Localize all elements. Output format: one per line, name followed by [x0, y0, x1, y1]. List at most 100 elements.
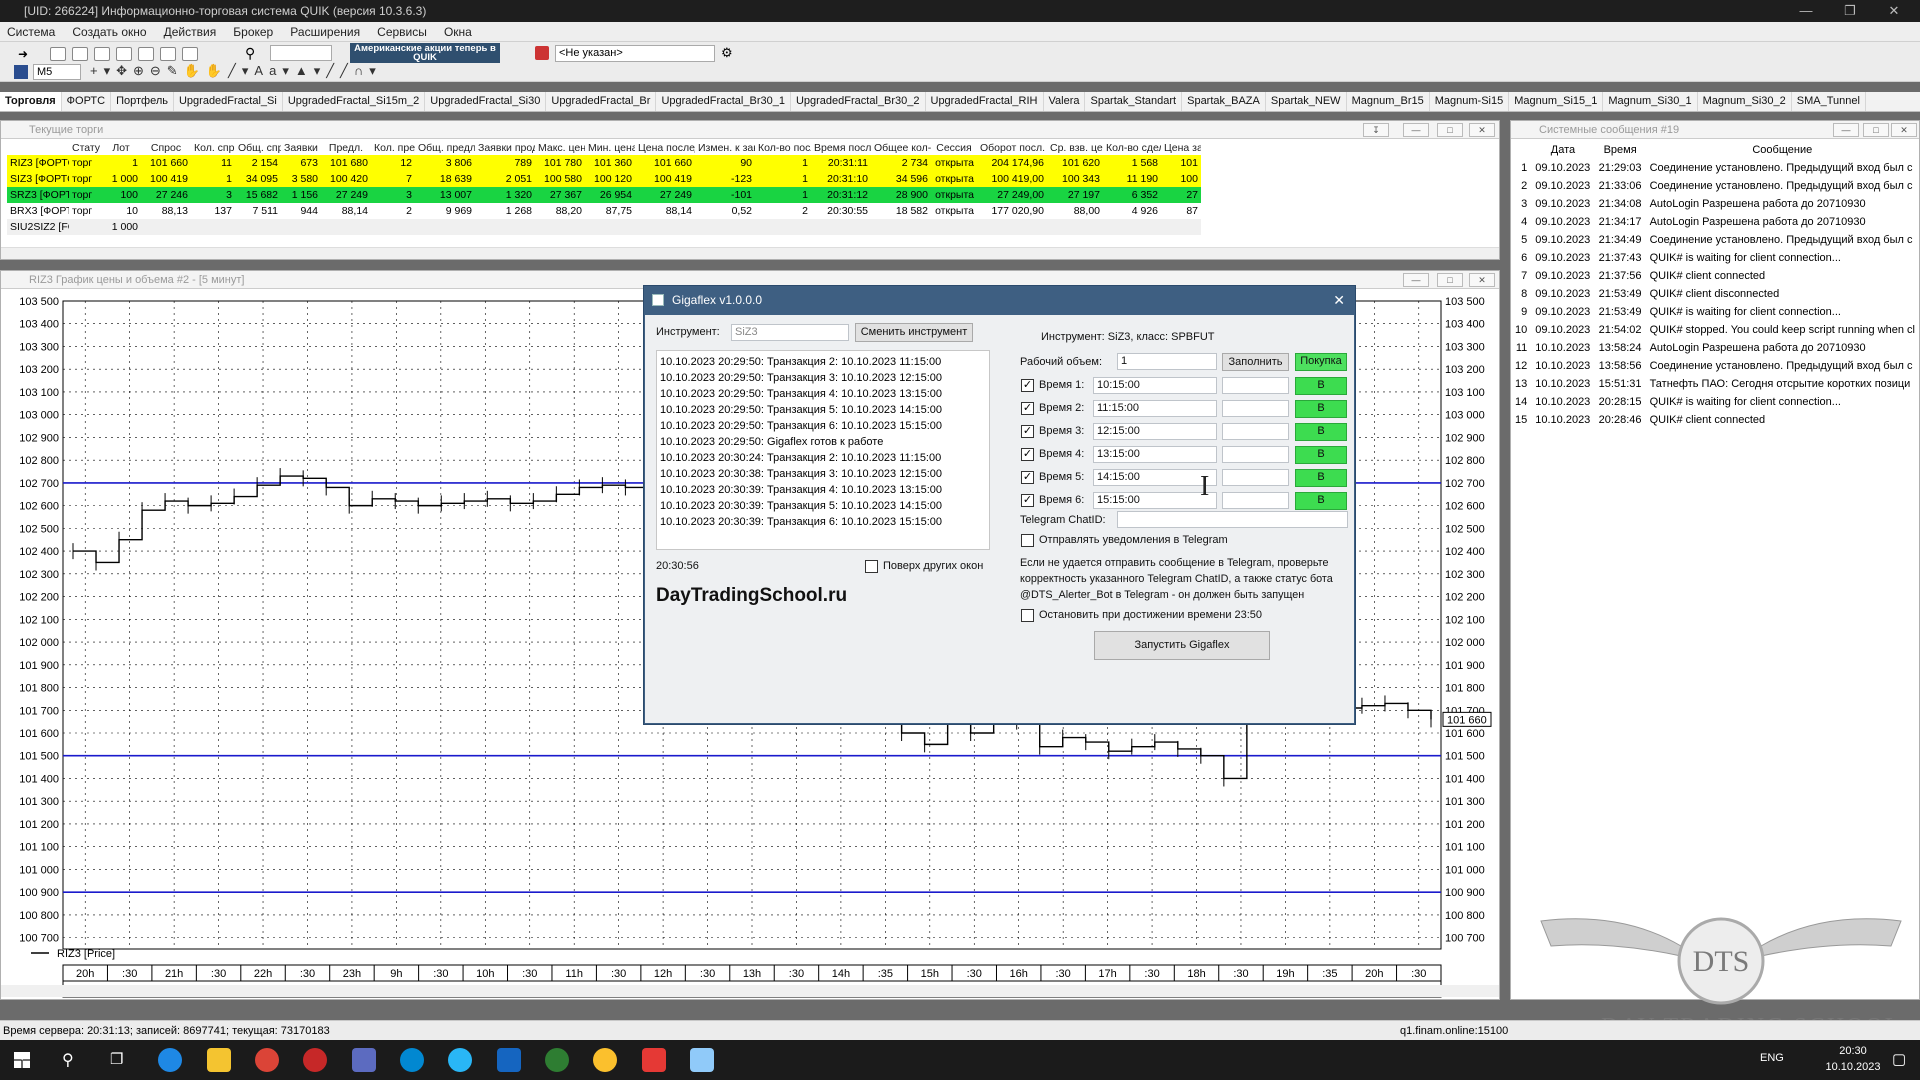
- explorer-icon[interactable]: [207, 1048, 231, 1072]
- toolbar-icon-4[interactable]: [116, 47, 132, 61]
- maximize-button[interactable]: ❐: [1828, 0, 1872, 22]
- notifications-icon[interactable]: ▢: [1892, 1050, 1906, 1068]
- tab-2[interactable]: Портфель: [111, 92, 174, 111]
- trades-header[interactable]: Предл.: [321, 141, 371, 155]
- buy-button[interactable]: Покупка: [1295, 353, 1347, 371]
- instrument-input[interactable]: SiZ3: [731, 324, 849, 341]
- trades-header[interactable]: Кол. предл: [371, 141, 415, 155]
- time-1-checkbox[interactable]: ✓: [1021, 379, 1034, 392]
- start-icon[interactable]: [14, 1052, 30, 1068]
- trades-header[interactable]: Оборот посл.: [977, 141, 1047, 155]
- exit-icon[interactable]: ➜: [18, 47, 34, 61]
- change-instrument-button[interactable]: Сменить инструмент: [855, 323, 973, 342]
- time-6-side-button[interactable]: B: [1295, 492, 1347, 510]
- clock-time[interactable]: 20:30: [1828, 1045, 1878, 1057]
- system-row[interactable]: 15 10.10.2023 20:28:46 QUIK# client connect…: [1511, 411, 1919, 429]
- minimize-button[interactable]: —: [1784, 0, 1828, 22]
- time-1-input[interactable]: 10:15:00: [1093, 377, 1217, 394]
- panel-maximize-button[interactable]: □: [1437, 123, 1463, 137]
- system-row[interactable]: 5 09.10.2023 21:34:49 Соединение установлен…: [1511, 231, 1919, 249]
- chart-minimize-button[interactable]: —: [1403, 273, 1429, 287]
- task-view-icon[interactable]: ❐: [110, 1050, 123, 1068]
- tab-3[interactable]: UpgradedFractal_Si: [174, 92, 283, 111]
- time-1-side-button[interactable]: B: [1295, 377, 1347, 395]
- app-icon-2[interactable]: [545, 1048, 569, 1072]
- toolbar-icon-7[interactable]: [182, 47, 198, 61]
- system-row[interactable]: 6 09.10.2023 21:37:43 QUIK# is waiting for …: [1511, 249, 1919, 267]
- tab-8[interactable]: UpgradedFractal_Br30_2: [791, 92, 926, 111]
- menu-create-window[interactable]: Создать окно: [65, 22, 153, 42]
- tab-13[interactable]: Spartak_NEW: [1266, 92, 1347, 111]
- tab-11[interactable]: Spartak_Standart: [1085, 92, 1183, 111]
- toolbar-icon-2[interactable]: [72, 47, 88, 61]
- system-row[interactable]: 9 09.10.2023 21:53:49 QUIK# is waiting for …: [1511, 303, 1919, 321]
- telegram-chatid-input[interactable]: [1117, 511, 1348, 528]
- tab-17[interactable]: Magnum_Si30_1: [1603, 92, 1698, 111]
- system-header[interactable]: Дата: [1531, 141, 1594, 159]
- tab-12[interactable]: Spartak_BAZA: [1182, 92, 1266, 111]
- time-3-input[interactable]: 12:15:00: [1093, 423, 1217, 440]
- time-4-checkbox[interactable]: ✓: [1021, 448, 1034, 461]
- app-icon-1[interactable]: [352, 1048, 376, 1072]
- app-icon-3[interactable]: [593, 1048, 617, 1072]
- trades-header[interactable]: [7, 141, 69, 155]
- drawing-tools[interactable]: +▾✥⊕⊖✎✋✋╱▾Aa▾▲▾╱╱∩▾: [90, 63, 382, 79]
- time-2-input[interactable]: 11:15:00: [1093, 400, 1217, 417]
- log-box[interactable]: 10.10.2023 20:29:50: Транзакция 2: 10.10…: [656, 350, 990, 550]
- toolbar-icon-5[interactable]: [138, 47, 154, 61]
- toolbar-icon-6[interactable]: [160, 47, 176, 61]
- trades-row[interactable]: SIU2SIZ2 [FOI 1 000: [7, 219, 1201, 235]
- opera-icon[interactable]: [303, 1048, 327, 1072]
- toolbar-icon-1[interactable]: [50, 47, 66, 61]
- trades-header[interactable]: Общ. предл.: [415, 141, 475, 155]
- system-row[interactable]: 7 09.10.2023 21:37:56 QUIK# client connecte…: [1511, 267, 1919, 285]
- tab-0[interactable]: Торговля: [0, 92, 62, 111]
- tab-6[interactable]: UpgradedFractal_Br: [546, 92, 657, 111]
- fill-button[interactable]: Заполнить: [1222, 353, 1289, 371]
- system-row[interactable]: 8 09.10.2023 21:53:49 QUIK# client disconne…: [1511, 285, 1919, 303]
- stop-time-checkbox[interactable]: [1021, 609, 1034, 622]
- tab-5[interactable]: UpgradedFractal_Si30: [425, 92, 547, 111]
- time-5-side-button[interactable]: B: [1295, 469, 1347, 487]
- time-4-side-button[interactable]: B: [1295, 446, 1347, 464]
- trades-row[interactable]: SRZ3 [ФОРТСторг10027 246315 6821 15627 2…: [7, 187, 1201, 203]
- dialog-close-button[interactable]: ✕: [1333, 286, 1345, 314]
- time-5-input[interactable]: 14:15:00: [1093, 469, 1217, 486]
- search-taskbar-icon[interactable]: ⚲: [62, 1050, 74, 1070]
- trades-row[interactable]: SIZ3 [ФОРТС торг 1 000 100 419 1 34 095 3 580 1…: [7, 171, 1201, 187]
- trades-header[interactable]: Кол-во послед.: [755, 141, 811, 155]
- edge-icon[interactable]: [158, 1048, 182, 1072]
- tab-7[interactable]: UpgradedFractal_Br30_1: [656, 92, 791, 111]
- time-4-input[interactable]: 13:15:00: [1093, 446, 1217, 463]
- time-3-side-button[interactable]: B: [1295, 423, 1347, 441]
- system-row[interactable]: 1 09.10.2023 21:29:03 Соединение установлен…: [1511, 159, 1919, 177]
- system-header[interactable]: Время: [1595, 141, 1646, 159]
- system-header[interactable]: Сообщение: [1646, 141, 1919, 159]
- system-row[interactable]: 10 09.10.2023 21:54:02 QUIK# stopped. You c…: [1511, 321, 1919, 339]
- chart-close-button[interactable]: ✕: [1469, 273, 1495, 287]
- telegram-notify-checkbox[interactable]: [1021, 534, 1034, 547]
- trades-scrollbar[interactable]: [1, 247, 1499, 259]
- connect-icon[interactable]: ⚙: [721, 45, 733, 61]
- toolbar-icon-3[interactable]: [94, 47, 110, 61]
- system-row[interactable]: 13 10.10.2023 15:51:31 Татнефть ПАО: Сегодн…: [1511, 375, 1919, 393]
- time-3-extra-input[interactable]: [1222, 423, 1289, 440]
- system-row[interactable]: 4 09.10.2023 21:34:17 AutoLogin Разрешена р…: [1511, 213, 1919, 231]
- time-2-side-button[interactable]: B: [1295, 400, 1347, 418]
- search-icon[interactable]: ⚲: [245, 45, 255, 62]
- system-header[interactable]: [1511, 141, 1531, 159]
- chrome-icon[interactable]: [255, 1048, 279, 1072]
- trades-header[interactable]: Лот: [101, 141, 141, 155]
- trades-header[interactable]: Общее кол-во: [871, 141, 931, 155]
- trades-header[interactable]: Кол. спрос: [191, 141, 235, 155]
- language-indicator[interactable]: ENG: [1760, 1052, 1784, 1064]
- app-icon-4[interactable]: [642, 1048, 666, 1072]
- quik-icon[interactable]: [497, 1048, 521, 1072]
- panel-close-button[interactable]: ✕: [1469, 123, 1495, 137]
- menu-extensions[interactable]: Расширения: [283, 22, 367, 42]
- skype-icon[interactable]: [400, 1048, 424, 1072]
- time-5-checkbox[interactable]: ✓: [1021, 471, 1034, 484]
- system-row[interactable]: 3 09.10.2023 21:34:08 AutoLogin Разрешена р…: [1511, 195, 1919, 213]
- time-1-extra-input[interactable]: [1222, 377, 1289, 394]
- app-icon-5[interactable]: [690, 1048, 714, 1072]
